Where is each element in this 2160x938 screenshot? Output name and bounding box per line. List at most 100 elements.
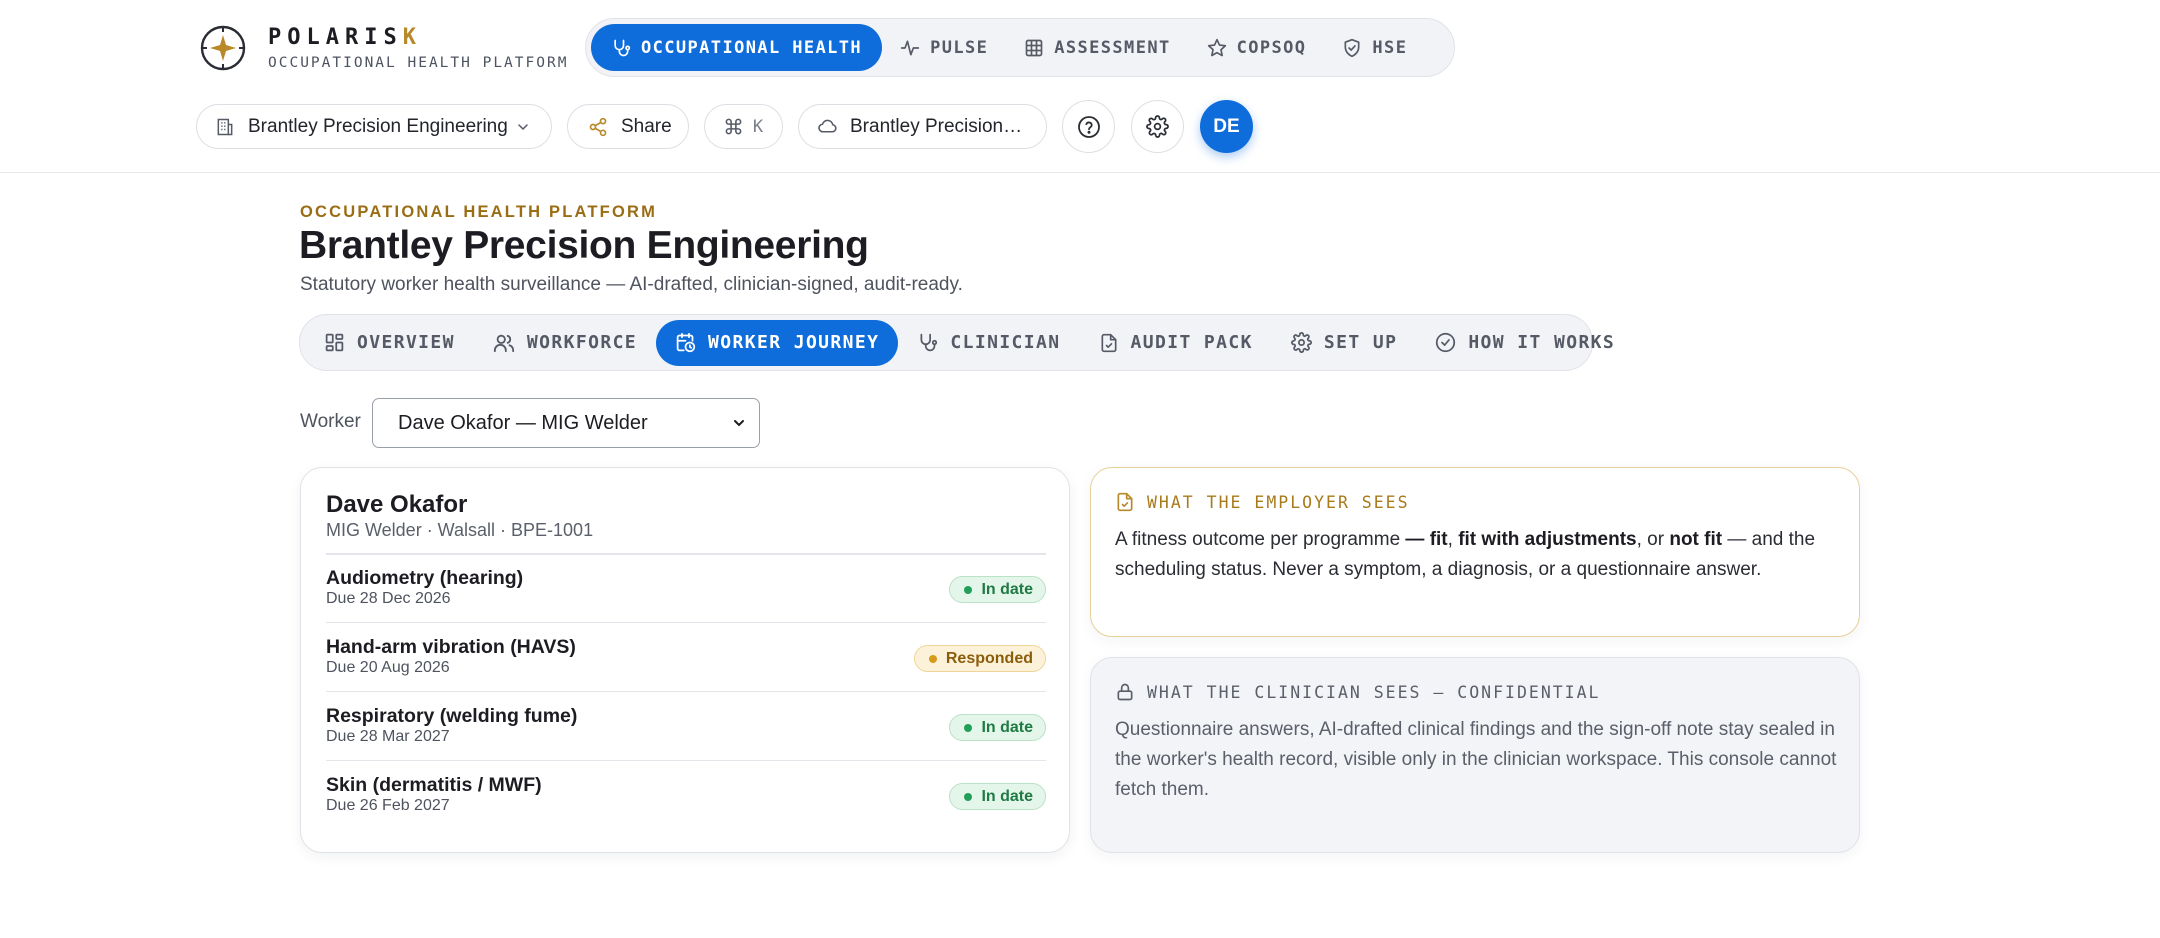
tab-label: WORKER JOURNEY — [708, 332, 880, 353]
page-eyebrow: OCCUPATIONAL HEALTH PLATFORM — [300, 203, 658, 221]
stethoscope-icon — [917, 332, 950, 353]
status-dot-icon — [964, 585, 973, 594]
tab-workforce[interactable]: WORKFORCE — [474, 320, 656, 366]
calendar-clock-icon — [675, 332, 708, 353]
nav-hse[interactable]: HSE — [1324, 24, 1425, 71]
tab-label: SET UP — [1323, 332, 1398, 353]
tab-clinician[interactable]: CLINICIAN — [898, 320, 1079, 366]
panel-heading: WHAT THE EMPLOYER SEES — [1115, 492, 1410, 512]
tab-set-up[interactable]: SET UP — [1272, 320, 1416, 366]
command-icon — [724, 117, 743, 136]
share-button[interactable]: Share — [567, 104, 689, 149]
building-icon — [215, 117, 235, 137]
check-circle-icon — [1435, 332, 1468, 353]
panel-body: A fitness outcome per programme — fit, f… — [1115, 529, 1816, 580]
clinician-view-panel: WHAT THE CLINICIAN SEES — CONFIDENTIAL Q… — [1090, 657, 1860, 853]
tab-audit-pack[interactable]: AUDIT PACK — [1080, 320, 1272, 366]
status-badge: Responded — [913, 645, 1046, 672]
main-nav: OCCUPATIONAL HEALTH PULSE ASSESSMENT COP… — [585, 18, 1455, 77]
nav-label: PULSE — [930, 37, 989, 58]
worker-select-label: Worker — [300, 411, 361, 432]
section-tabs: OVERVIEW WORKFORCE WORKER JOURNEY CLINIC… — [299, 314, 1614, 371]
stethoscope-icon — [611, 38, 641, 58]
settings-button[interactable] — [1131, 100, 1184, 153]
tab-label: CLINICIAN — [950, 332, 1061, 353]
programme-due-date: Due 20 Aug 2026 — [326, 659, 450, 676]
toolbar: Brantley Precision Engineering Share K B… — [196, 100, 1253, 153]
status-badge: In date — [949, 783, 1046, 810]
cloud-workspace-label: Brantley Precision Engineering — [850, 115, 1026, 137]
panel-body: Questionnaire answers, AI-drafted clinic… — [1115, 719, 1837, 800]
nav-label: ASSESSMENT — [1054, 37, 1171, 58]
share-label: Share — [621, 115, 672, 137]
top-bar: POLARISK OCCUPATIONAL HEALTH PLATFORM OC… — [0, 0, 2160, 173]
file-check-icon — [1099, 333, 1131, 353]
tab-worker-journey[interactable]: WORKER JOURNEY — [656, 319, 899, 366]
status-dot-icon — [928, 654, 937, 663]
panel-heading: WHAT THE CLINICIAN SEES — CONFIDENTIAL — [1115, 682, 1601, 702]
organisation-switcher[interactable]: Brantley Precision Engineering — [196, 104, 552, 149]
programme-name: Skin (dermatitis / MWF) — [326, 774, 542, 796]
shortcut-key: K — [752, 116, 764, 137]
tab-label: HOW IT WORKS — [1468, 332, 1616, 353]
chevron-down-icon — [731, 415, 747, 431]
help-button[interactable] — [1062, 100, 1115, 153]
page-title: Brantley Precision Engineering — [299, 224, 869, 267]
compass-logo-icon — [199, 24, 247, 72]
status-dot-icon — [964, 723, 973, 732]
cloud-icon — [817, 116, 838, 137]
nav-pulse[interactable]: PULSE — [882, 24, 1006, 71]
brand[interactable]: POLARISK OCCUPATIONAL HEALTH PLATFORM — [199, 24, 568, 72]
status-dot-icon — [964, 792, 973, 801]
tab-how-it-works[interactable]: HOW IT WORKS — [1416, 320, 1634, 366]
help-icon — [1077, 115, 1101, 139]
file-check-icon — [1115, 492, 1147, 512]
programme-row[interactable]: Audiometry (hearing) Due 28 Dec 2026 In … — [326, 554, 1046, 623]
dashboard-icon — [324, 332, 357, 353]
nav-label: HSE — [1372, 37, 1408, 58]
programme-name: Audiometry (hearing) — [326, 567, 524, 589]
tab-label: WORKFORCE — [526, 332, 638, 353]
programme-row[interactable]: Respiratory (welding fume) Due 28 Mar 20… — [326, 692, 1046, 761]
worker-select-value: Dave Okafor — MIG Welder — [398, 411, 648, 434]
page-subtitle: Statutory worker health surveillance — A… — [300, 274, 963, 295]
command-palette-button[interactable]: K — [704, 104, 783, 149]
tab-label: AUDIT PACK — [1130, 332, 1253, 353]
gear-icon — [1146, 115, 1169, 138]
user-avatar[interactable]: DE — [1200, 100, 1253, 153]
nav-assessment[interactable]: ASSESSMENT — [1006, 24, 1188, 71]
gear-icon — [1290, 332, 1324, 353]
tab-label: OVERVIEW — [357, 332, 455, 353]
shield-check-icon — [1342, 38, 1372, 58]
chevron-down-icon — [515, 119, 531, 135]
programme-due-date: Due 28 Mar 2027 — [326, 728, 450, 745]
programme-row[interactable]: Hand-arm vibration (HAVS) Due 20 Aug 202… — [326, 623, 1046, 692]
nav-copsoq[interactable]: COPSOQ — [1189, 24, 1325, 71]
programme-name: Respiratory (welding fume) — [326, 705, 578, 727]
programme-row[interactable]: Skin (dermatitis / MWF) Due 26 Feb 2027 … — [326, 761, 1046, 830]
share-icon — [588, 117, 608, 137]
programme-due-date: Due 26 Feb 2027 — [326, 797, 450, 814]
lock-icon — [1115, 682, 1147, 702]
organisation-name: Brantley Precision Engineering — [248, 115, 508, 137]
nav-label: COPSOQ — [1236, 37, 1307, 58]
worker-select[interactable]: Dave Okafor — MIG Welder — [372, 398, 760, 448]
nav-label: OCCUPATIONAL HEALTH — [641, 37, 863, 58]
star-icon — [1207, 38, 1237, 58]
worker-meta: MIG Welder · Walsall · BPE-1001 — [326, 520, 594, 540]
nav-occupational-health[interactable]: OCCUPATIONAL HEALTH — [591, 24, 883, 71]
status-badge: In date — [949, 576, 1046, 603]
employer-view-panel: WHAT THE EMPLOYER SEES A fitness outcome… — [1090, 467, 1860, 637]
users-icon — [493, 332, 527, 354]
status-badge: In date — [949, 714, 1046, 741]
brand-subtitle: OCCUPATIONAL HEALTH PLATFORM — [268, 55, 569, 71]
worker-name: Dave Okafor — [326, 491, 468, 518]
tab-overview[interactable]: OVERVIEW — [305, 320, 474, 366]
programme-due-date: Due 28 Dec 2026 — [326, 590, 451, 607]
pulse-icon — [900, 38, 930, 58]
cloud-workspace-button[interactable]: Brantley Precision Engineering — [798, 104, 1047, 149]
grid-icon — [1024, 38, 1054, 58]
worker-card: Dave Okafor MIG Welder · Walsall · BPE-1… — [300, 467, 1070, 853]
brand-name: POLARISK — [268, 25, 422, 50]
programme-name: Hand-arm vibration (HAVS) — [326, 636, 576, 658]
